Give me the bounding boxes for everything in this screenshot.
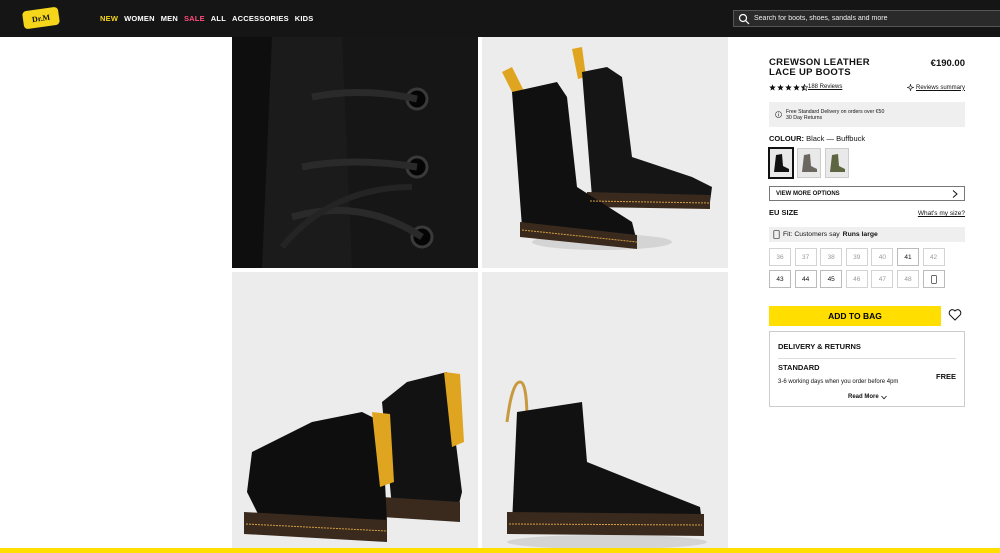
colour-swatches [768,147,849,179]
size-option[interactable]: 42 [922,248,945,266]
delivery-note-line2: 30 Day Returns [786,114,823,121]
nav-sale[interactable]: SALE [184,14,205,23]
search-icon [738,13,750,24]
size-label: EU SIZE [769,208,799,217]
phone-icon [930,274,937,284]
nav-men[interactable]: MEN [161,14,178,23]
swatch-grey[interactable] [797,148,821,178]
size-option[interactable]: 37 [794,248,817,266]
dr-martens-logo[interactable]: Dr.M [22,6,60,30]
delivery-returns-title: DELIVERY & RETURNS [778,342,861,351]
fit-prefix: Fit: Customers say [783,231,840,238]
boot-front-image [482,37,728,268]
colour-label-key: COLOUR: [769,134,804,143]
size-option[interactable]: 41 [896,248,919,266]
size-option[interactable]: 43 [769,270,791,288]
view-more-label: VIEW MORE OPTIONS [776,190,840,197]
delivery-note-line1: Free Standard Delivery on orders over €5… [786,108,885,115]
laces-closeup-image [232,37,478,268]
fit-value: Runs large [842,231,878,238]
notify-me-button[interactable] [922,270,945,288]
size-option[interactable]: 36 [769,248,791,266]
product-title: CREWSON LEATHER LACE UP BOOTS [769,57,870,78]
delivery-returns-box: DELIVERY & RETURNS STANDARD FREE 3-6 wor… [769,331,965,407]
sparkle-icon [906,84,914,91]
gallery-image-pair-back[interactable] [232,272,478,553]
delivery-option-name: STANDARD [778,363,820,372]
site-header: Dr.M NEW WOMEN MEN SALE ALL ACCESSORIES … [0,0,1000,37]
delivery-option-price: FREE [935,372,956,381]
bottom-accent-strip [0,548,1000,553]
swatch-olive-image [826,149,848,177]
size-grid: 36 37 38 39 40 41 42 43 44 45 46 47 48 [769,248,965,288]
product-price: €190.00 [930,58,965,69]
reviews-summary-link[interactable]: Reviews summary [906,84,965,91]
main-nav: NEW WOMEN MEN SALE ALL ACCESSORIES KIDS [100,14,314,23]
gallery-image-laces[interactable] [232,37,478,268]
swatch-black-image [770,149,792,177]
reviews-summary-label: Reviews summary [915,84,965,91]
chevron-down-icon [880,395,887,399]
nav-women[interactable]: WOMEN [124,14,155,23]
swatch-black[interactable] [768,147,794,179]
gallery-image-side[interactable] [482,272,728,553]
size-option[interactable]: 40 [871,248,894,266]
view-more-options-button[interactable]: VIEW MORE OPTIONS [769,186,965,201]
fit-indicator: Fit: Customers say Runs large [769,227,965,242]
half-star-icon [801,84,808,91]
gallery-image-front[interactable] [482,37,728,268]
heart-icon[interactable] [948,308,962,322]
size-option[interactable]: 44 [794,270,817,288]
star-icon [769,84,776,91]
size-option[interactable]: 39 [845,248,868,266]
rating-stars [769,84,808,91]
nav-new[interactable]: NEW [100,14,118,23]
size-option[interactable]: 38 [820,248,843,266]
boot-pair-back-image [232,272,478,553]
colour-value: Black — Buffbuck [806,134,866,143]
reviews-link[interactable]: 188 Reviews [808,84,842,90]
size-option[interactable]: 47 [871,270,894,288]
search-bar[interactable] [733,10,1000,27]
swatch-grey-image [798,149,820,177]
phone-icon [773,230,780,239]
swatch-olive[interactable] [825,148,849,178]
nav-accessories[interactable]: ACCESSORIES [232,14,289,23]
colour-label: COLOUR: Black — Buffbuck [769,134,865,143]
nav-kids[interactable]: KIDS [295,14,314,23]
star-icon [785,84,792,91]
star-icon [777,84,784,91]
delivery-option-days: 3-6 working days when you order before 4… [778,379,899,385]
read-more-label: Read More [848,394,879,400]
boot-side-image [482,272,728,553]
star-icon [793,84,800,91]
delivery-note: Free Standard Delivery on orders over €5… [769,102,965,127]
whats-my-size-link[interactable]: What's my size? [918,210,965,217]
size-option[interactable]: 46 [845,270,868,288]
search-input[interactable] [754,15,994,22]
size-option[interactable]: 45 [820,270,843,288]
size-option[interactable]: 48 [896,270,919,288]
chevron-right-icon [952,189,958,198]
info-icon [775,111,782,118]
divider [778,358,956,359]
read-more-link[interactable]: Read More [848,394,887,400]
add-to-bag-button[interactable]: ADD TO BAG [769,306,941,326]
nav-all[interactable]: ALL [211,14,226,23]
